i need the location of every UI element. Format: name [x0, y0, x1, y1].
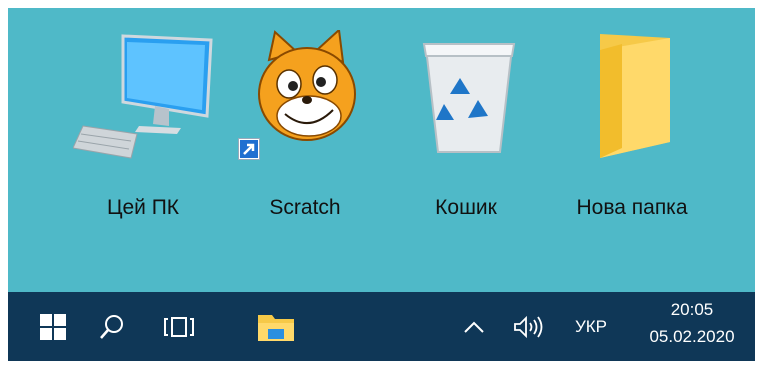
desktop-icon-label: Цей ПК: [106, 196, 180, 219]
desktop-icon-label: Scratch: [269, 196, 341, 219]
windows-start-icon: [40, 313, 66, 340]
screen: Цей ПК Scratch Кошик Нова папка УКР 20:0…: [8, 8, 755, 361]
task-view-icon: [164, 316, 194, 337]
volume-button[interactable]: [506, 292, 550, 361]
desktop[interactable]: Цей ПК Scratch Кошик Нова папка: [8, 8, 755, 292]
desktop-icon-recycle-bin[interactable]: Кошик: [391, 30, 541, 220]
start-button[interactable]: [28, 292, 78, 361]
desktop-icon-this-pc[interactable]: Цей ПК: [68, 30, 218, 220]
clock[interactable]: 20:05 05.02.2020: [637, 298, 747, 352]
task-view-button[interactable]: [154, 292, 204, 361]
desktop-icon-label: Кошик: [435, 196, 497, 219]
language-indicator[interactable]: УКР: [563, 292, 619, 361]
desktop-icon-scratch[interactable]: Scratch: [230, 30, 380, 220]
recycle-bin-icon: [422, 43, 516, 153]
taskbar: УКР 20:05 05.02.2020: [8, 292, 755, 361]
folder-icon: [600, 34, 670, 158]
chevron-up-icon: [464, 321, 484, 333]
speaker-volume-icon: [514, 315, 543, 338]
search-icon: [100, 314, 123, 339]
desktop-icon-label: Нова папка: [576, 196, 688, 219]
show-hidden-icons-button[interactable]: [456, 292, 492, 361]
clock-time: 20:05: [670, 300, 714, 319]
search-button[interactable]: [90, 292, 134, 361]
clock-date: 05.02.2020: [649, 327, 735, 346]
shortcut-arrow-icon: [238, 138, 260, 160]
desktop-icon-new-folder[interactable]: Нова папка: [557, 30, 707, 220]
file-explorer-button[interactable]: [248, 292, 304, 361]
file-explorer-icon: [258, 314, 294, 341]
computer-monitor-icon: [73, 34, 213, 159]
language-label: УКР: [574, 316, 608, 336]
